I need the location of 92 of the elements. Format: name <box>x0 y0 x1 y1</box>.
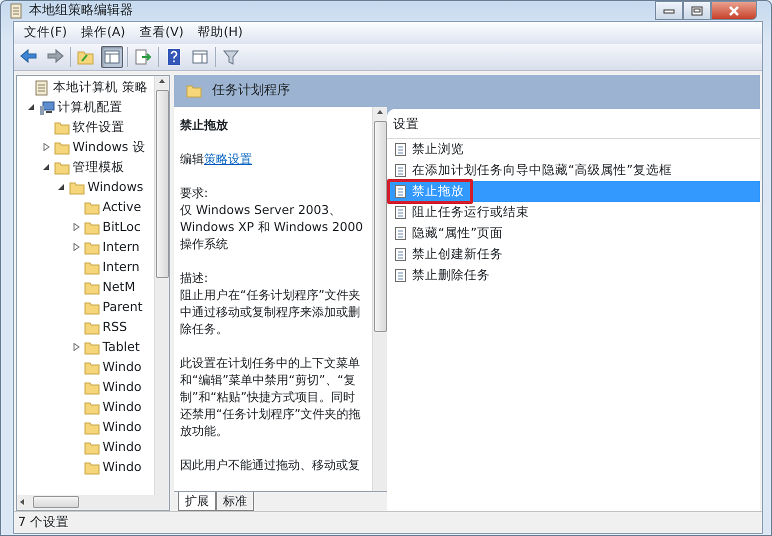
folder-icon <box>84 400 100 416</box>
setting-icon <box>393 226 408 240</box>
scrollbar[interactable] <box>372 106 387 490</box>
folder-icon <box>84 200 100 216</box>
scrollbar[interactable] <box>154 76 169 494</box>
maximize-button[interactable] <box>683 1 711 20</box>
setting-item[interactable]: 禁止创建新任务 <box>387 244 760 264</box>
tree-item[interactable]: Windo <box>17 418 154 438</box>
menu-item[interactable]: 帮助(H) <box>192 23 249 42</box>
view-tab[interactable]: 标准 <box>216 492 254 510</box>
setting-icon <box>393 246 408 262</box>
setting-icon <box>393 268 408 282</box>
collapsed-arrow-icon[interactable] <box>42 143 50 152</box>
maximize-icon <box>691 6 703 16</box>
menu-item[interactable]: 文件(F) <box>18 23 73 42</box>
scroll-up-icon <box>158 77 166 86</box>
setting-item[interactable]: 禁止删除任务 <box>387 264 760 286</box>
expanded-arrow-icon[interactable] <box>42 163 50 172</box>
tree-item[interactable]: 管理模板 <box>17 158 154 178</box>
expanded-arrow-icon[interactable] <box>56 183 64 192</box>
minimize-icon <box>663 6 675 14</box>
tree-item[interactable]: Tablet <box>17 338 154 358</box>
folder-icon <box>68 180 84 196</box>
setting-title: 禁止拖放 <box>180 116 229 134</box>
tree-item[interactable]: Windo <box>17 358 154 378</box>
tree-item[interactable]: Active <box>17 198 154 218</box>
menu-item[interactable]: 查看(V) <box>133 23 190 42</box>
folder-icon <box>84 260 100 276</box>
scroll-up-icon <box>376 108 384 116</box>
setting-item[interactable]: 禁止浏览 <box>387 138 760 160</box>
setting-item[interactable]: 在添加计划任务向导中隐藏“高级属性”复选框 <box>387 160 760 180</box>
tree-item[interactable]: 计算机配置 <box>17 98 154 118</box>
close-icon <box>728 6 740 16</box>
description-text: 描述: 阻止用户在“任务计划程序”文件夹中通过移动或复制程序来添加或删除任务。 <box>180 270 362 338</box>
folder-icon <box>84 360 100 376</box>
folder-icon <box>84 300 100 316</box>
tree-item[interactable]: 本地计算机 策略 <box>17 78 154 98</box>
folder-icon <box>186 82 202 98</box>
folder-icon <box>84 280 100 296</box>
setting-icon <box>393 162 408 178</box>
folder-icon <box>84 320 100 336</box>
window-title: 本地组策略编辑器 <box>29 2 133 20</box>
tree-item[interactable]: NetM <box>17 278 154 298</box>
scroll-left-icon <box>18 498 26 506</box>
folder-icon <box>54 120 70 136</box>
description-text: 此设置在计划任务中的上下文菜单和“编辑”菜单中禁用“剪切”、“复制”和“粘贴”快捷方式项目。同时还禁用“任务计划程序”文件夹的拖放功能。 <box>180 354 362 440</box>
tree-item[interactable]: Windows 设 <box>17 138 154 158</box>
tree-item[interactable]: RSS <box>17 318 154 338</box>
tree-item[interactable]: Windo <box>17 398 154 418</box>
folder-icon <box>54 140 70 156</box>
folder-icon <box>84 440 100 456</box>
folder-icon <box>54 160 70 176</box>
setting-item[interactable]: 隐藏“属性”页面 <box>387 222 760 244</box>
collapsed-arrow-icon[interactable] <box>72 243 80 252</box>
view-tab[interactable]: 扩展 <box>178 492 216 510</box>
tree-item[interactable]: Windo <box>17 458 154 478</box>
menu-item[interactable]: 操作(A) <box>74 23 132 42</box>
policy-settings-link[interactable]: 策略设置 <box>204 152 252 166</box>
export-list-icon <box>133 46 153 66</box>
tree-item[interactable]: Parent <box>17 298 154 318</box>
tree-item[interactable]: Windows <box>17 178 154 198</box>
description-text: 要求: 仅 Windows Server 2003、Windows XP 和 Windows 2000 操作系统 <box>180 184 364 252</box>
policy-icon <box>34 80 50 96</box>
setting-item[interactable]: 阻止任务运行或结束 <box>387 202 760 222</box>
minimize-button[interactable] <box>655 1 683 20</box>
folder-icon <box>84 240 100 256</box>
tree-pane-button[interactable] <box>101 46 123 68</box>
computer-icon <box>38 100 54 116</box>
description-text: 因此用户不能通过拖动、移动或复 <box>180 456 361 474</box>
folder-icon <box>84 340 100 356</box>
setting-icon <box>393 204 408 220</box>
collapsed-arrow-icon[interactable] <box>72 343 80 352</box>
tree-item[interactable]: Intern <box>17 258 154 278</box>
close-button[interactable] <box>711 1 757 20</box>
tree-item[interactable]: Windo <box>17 378 154 398</box>
tree-item[interactable]: BitLoc <box>17 218 154 238</box>
tree-item[interactable]: Intern <box>17 238 154 258</box>
expanded-arrow-icon[interactable] <box>26 103 34 112</box>
collapsed-arrow-icon[interactable] <box>72 223 80 232</box>
folder-icon <box>84 460 100 476</box>
folder-icon <box>84 380 100 396</box>
header-title: 任务计划程序 <box>212 82 290 100</box>
folder-icon <box>84 420 100 436</box>
column-header[interactable]: 设置 <box>387 108 760 138</box>
setting-icon <box>393 184 408 198</box>
tree-item[interactable]: 软件设置 <box>17 118 154 138</box>
tree-item[interactable]: Windo <box>17 438 154 458</box>
edit-label: 编辑 <box>180 152 204 166</box>
policy-icon <box>9 2 23 19</box>
folder-icon <box>84 220 100 236</box>
scrollbar[interactable] <box>17 494 169 510</box>
setting-icon <box>393 142 408 156</box>
